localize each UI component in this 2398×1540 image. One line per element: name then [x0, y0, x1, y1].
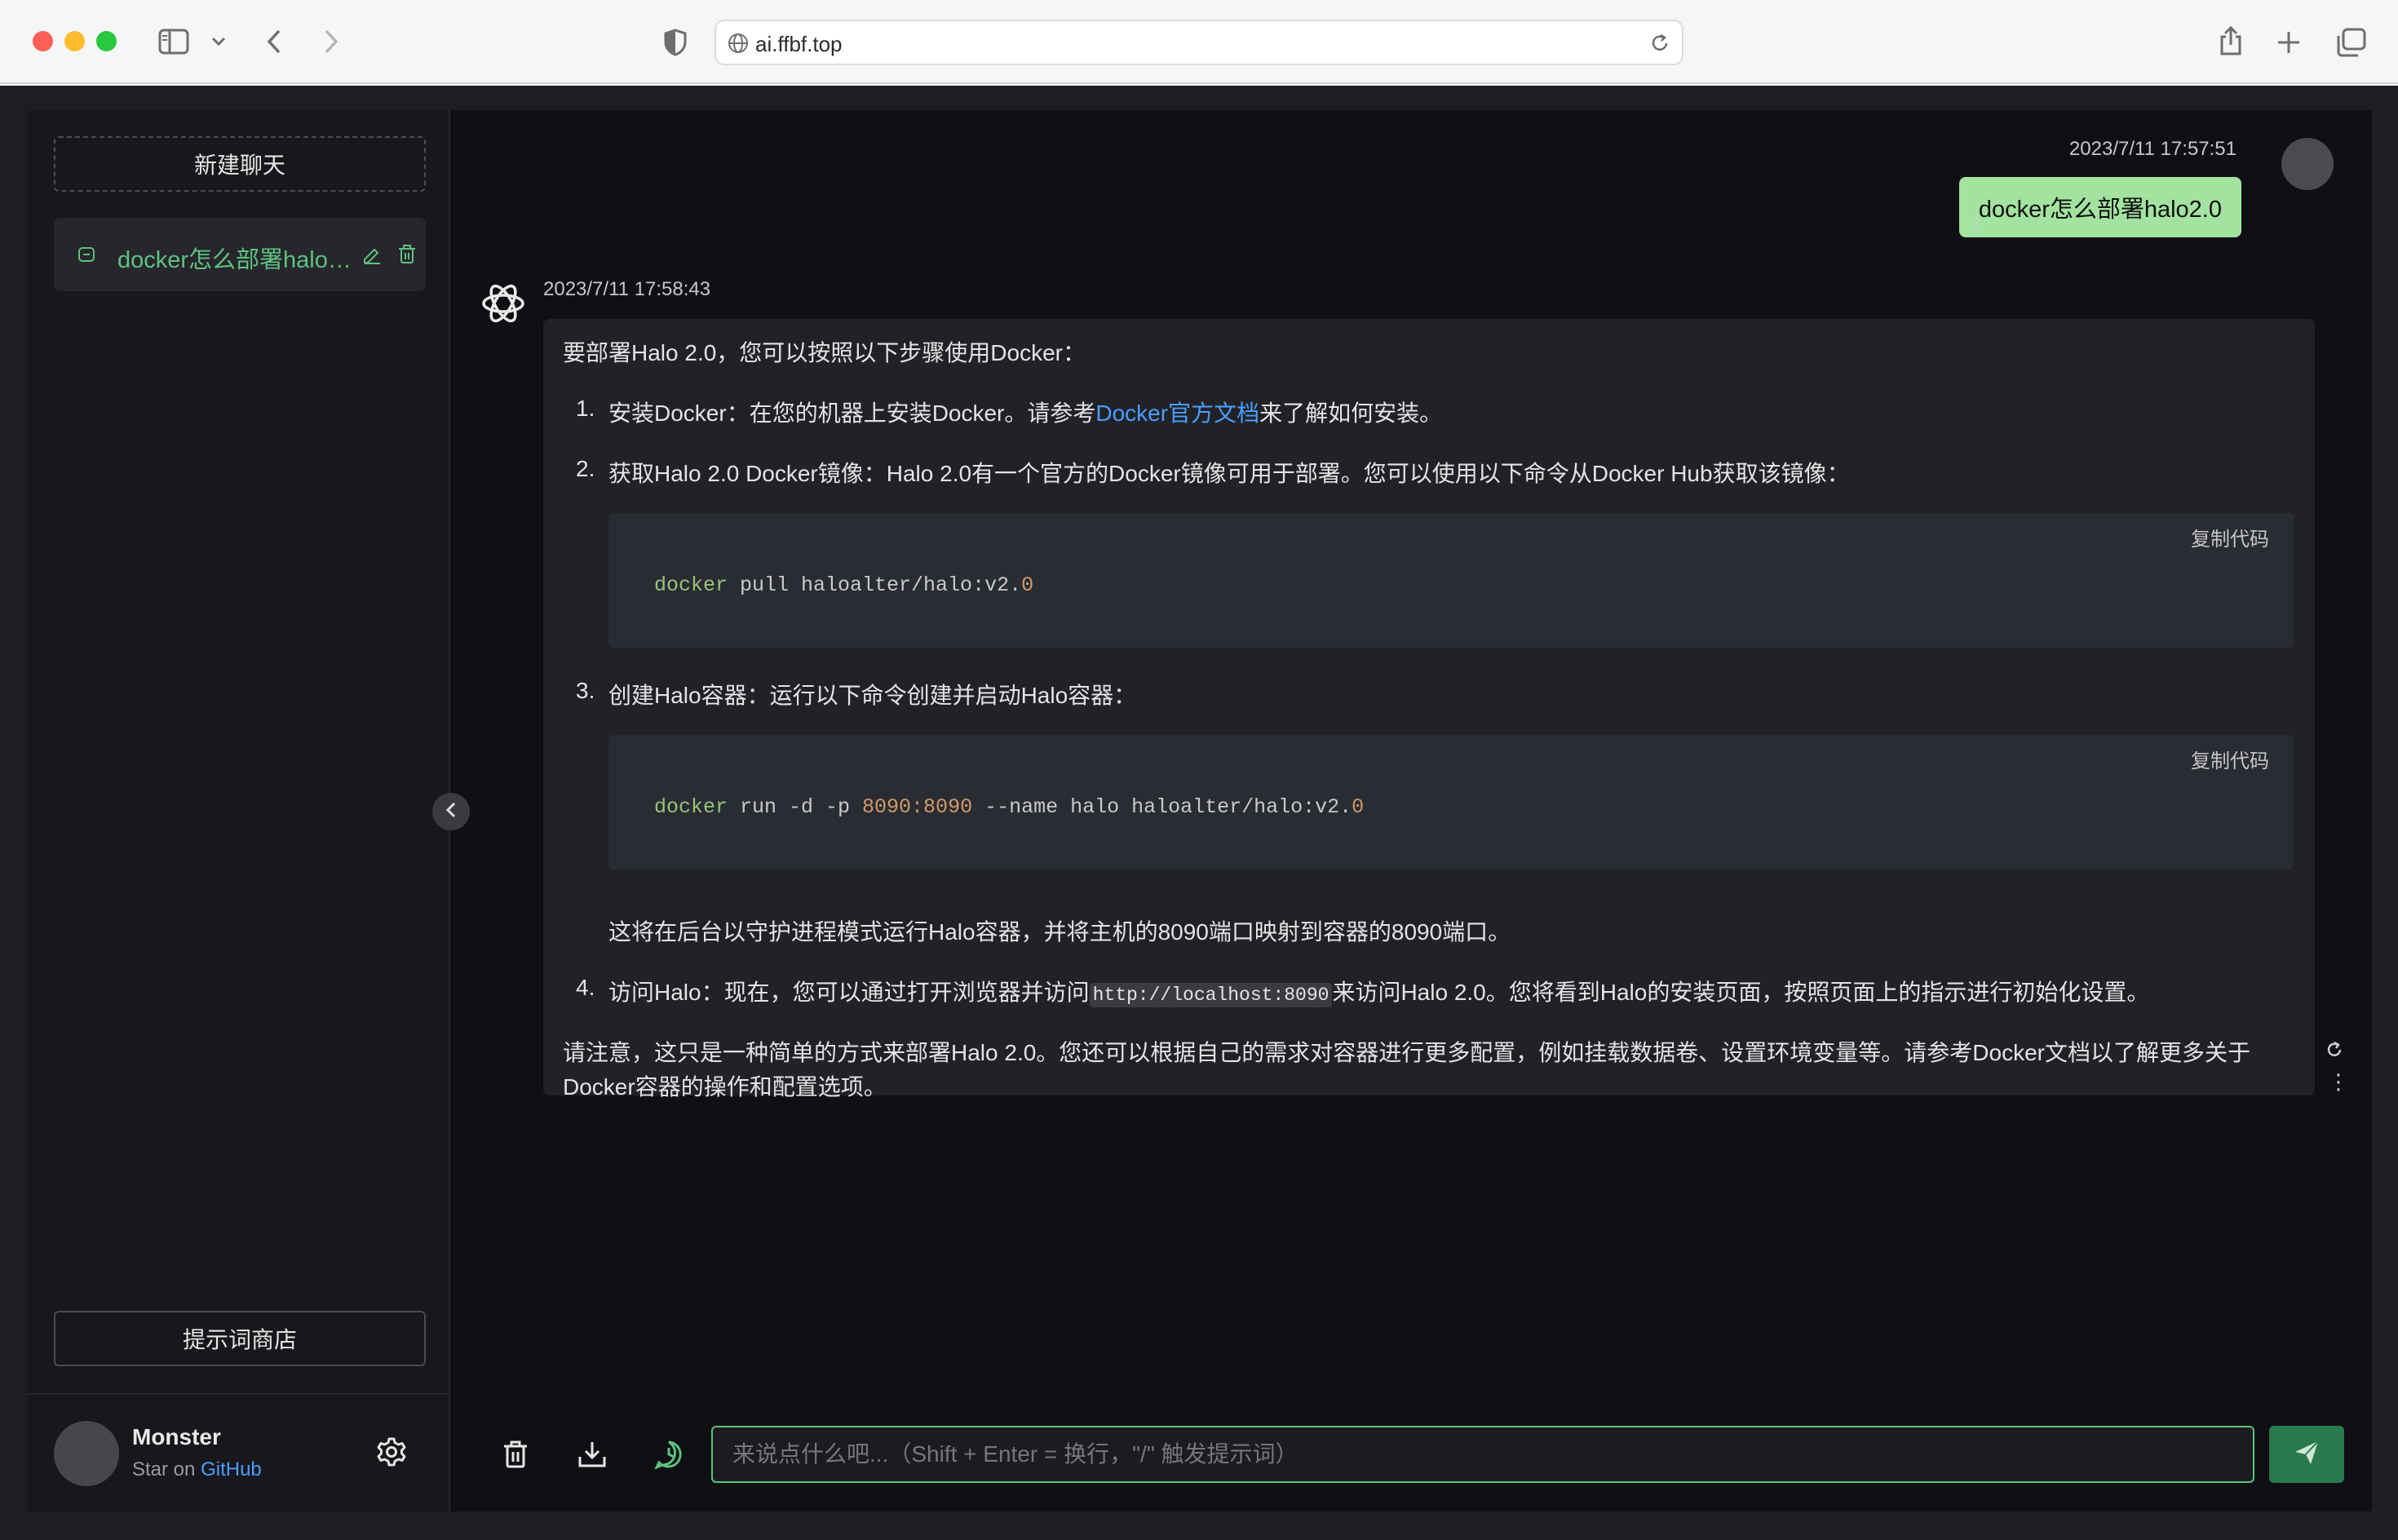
app-frame: 新建聊天 docker怎么部署halo2.0 提示词商店 Monster Sta…	[28, 110, 2372, 1511]
tab-overview-icon[interactable]	[2333, 24, 2369, 60]
user-message-avatar	[2281, 138, 2334, 190]
url-text: ai.ffbf.top	[755, 32, 843, 56]
globe-icon	[728, 33, 749, 58]
chat-area: 2023/7/11 17:57:51 docker怎么部署halo2.0 ⋮ 2…	[452, 110, 2372, 1511]
sidebar: 新建聊天 docker怎么部署halo2.0 提示词商店 Monster Sta…	[28, 110, 450, 1511]
localhost-url-code: http://localhost:8090	[1089, 983, 1333, 1007]
code-line-run: docker run -d -p 8090:8090 --name halo h…	[654, 795, 1365, 819]
reload-icon[interactable]	[1649, 33, 1670, 58]
user-message-more-icon[interactable]: ⋮	[1966, 211, 1987, 237]
user-name: Monster	[132, 1424, 221, 1449]
sidebar-toggle-icon[interactable]	[157, 26, 191, 57]
web-page: 新建聊天 docker怎么部署halo2.0 提示词商店 Monster Sta…	[0, 86, 2398, 1540]
bot-outro-line-2: Docker容器的操作和配置选项。	[563, 1074, 887, 1100]
history-item-title: docker怎么部署halo2.0	[117, 247, 354, 273]
regenerate-icon[interactable]	[2325, 1040, 2344, 1064]
bot-message-more-icon[interactable]: ⋮	[2328, 1069, 2349, 1095]
bot-outro-line-1: 请注意，这只是一种简单的方式来部署Halo 2.0。您还可以根据自己的需求对容器…	[563, 1040, 2250, 1065]
user-panel: Monster Star on GitHub	[28, 1393, 450, 1511]
send-button[interactable]	[2269, 1426, 2344, 1483]
docker-docs-link[interactable]: Docker官方文档	[1095, 400, 1259, 426]
history-item[interactable]: docker怎么部署halo2.0	[54, 218, 426, 291]
step-4-text: 访问Halo：现在，您可以通过打开浏览器并访问 http://localhost:…	[608, 980, 2150, 1007]
user-message-timestamp: 2023/7/11 17:57:51	[2068, 138, 2237, 160]
new-tab-icon[interactable]	[2272, 26, 2305, 59]
send-icon	[2293, 1439, 2321, 1471]
code-block-run: 复制代码 docker run -d -p 8090:8090 --name h…	[608, 735, 2294, 870]
github-link[interactable]: GitHub	[201, 1458, 262, 1480]
edit-icon[interactable]	[361, 244, 382, 269]
copy-code-button[interactable]: 复制代码	[2191, 745, 2269, 773]
copy-code-button[interactable]: 复制代码	[2191, 523, 2269, 551]
user-message-bubble: docker怎么部署halo2.0	[1958, 177, 2241, 237]
bot-message-timestamp: 2023/7/11 17:58:43	[543, 278, 711, 300]
clear-chat-trash-icon[interactable]	[498, 1436, 533, 1472]
bot-message-bubble: 要部署Halo 2.0，您可以按照以下步骤使用Docker： 1. 安装Dock…	[543, 319, 2315, 1100]
step-2-number: 2.	[576, 456, 595, 481]
back-icon[interactable]	[259, 26, 289, 57]
user-avatar[interactable]	[54, 1421, 119, 1486]
message-input[interactable]	[711, 1426, 2254, 1483]
chevron-down-icon[interactable]	[209, 31, 228, 52]
code-block-pull: 复制代码 docker pull haloalter/halo:v2.0	[608, 513, 2294, 648]
zoom-window-button[interactable]	[96, 31, 117, 51]
privacy-shield-icon[interactable]	[659, 26, 692, 59]
github-star-line: Star on GitHub	[132, 1458, 262, 1481]
close-window-button[interactable]	[33, 31, 53, 51]
openai-logo-icon	[480, 280, 527, 331]
forward-icon[interactable]	[316, 26, 346, 57]
step-3-text: 创建Halo容器：运行以下命令创建并启动Halo容器：	[608, 683, 1137, 708]
new-chat-button[interactable]: 新建聊天	[54, 136, 426, 192]
minimize-window-button[interactable]	[64, 31, 85, 51]
chat-bubble-icon	[77, 245, 96, 268]
bot-intro-text: 要部署Halo 2.0，您可以按照以下步骤使用Docker：	[563, 340, 1086, 365]
browser-toolbar: ai.ffbf.top	[0, 0, 2398, 84]
download-icon[interactable]	[574, 1436, 610, 1472]
prompt-store-button[interactable]: 提示词商店	[54, 1311, 426, 1366]
step-3-number: 3.	[576, 678, 595, 703]
collapse-sidebar-button[interactable]	[432, 793, 470, 830]
step-2-text: 获取Halo 2.0 Docker镜像：Halo 2.0有一个官方的Docker…	[608, 461, 1850, 486]
step-1-text: 安装Docker：在您的机器上安装Docker。请参考Docker官方文档来了解…	[608, 400, 1443, 426]
address-bar[interactable]: ai.ffbf.top	[715, 20, 1683, 65]
step-1-number: 1.	[576, 396, 595, 421]
chevron-left-icon	[445, 800, 458, 824]
star-prefix: Star on	[132, 1458, 196, 1480]
input-bar	[452, 1393, 2372, 1511]
code-line-pull: docker pull haloalter/halo:v2.0	[654, 573, 1034, 597]
delete-icon[interactable]	[396, 244, 418, 269]
step-4-number: 4.	[576, 975, 595, 1000]
history-context-icon[interactable]	[651, 1436, 687, 1472]
step-3-note: 这将在后台以守护进程模式运行Halo容器，并将主机的8090端口映射到容器的80…	[608, 919, 1511, 945]
settings-gear-icon[interactable]	[375, 1436, 408, 1472]
share-icon[interactable]	[2214, 23, 2248, 59]
